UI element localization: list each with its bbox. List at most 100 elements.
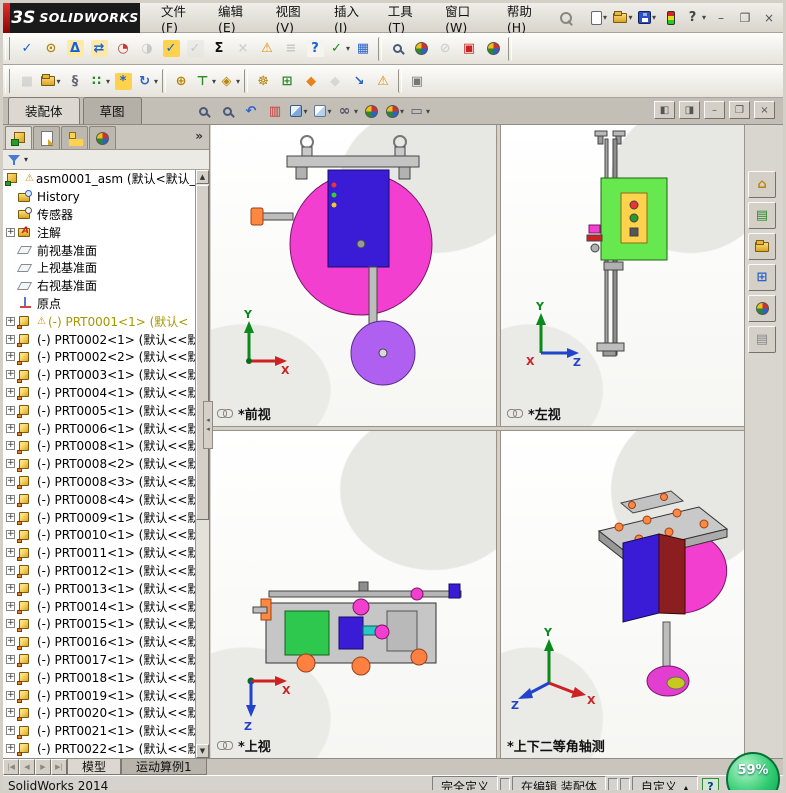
align-icon[interactable]: ≡▾ — [279, 37, 303, 61]
dropdown-arrow-icon[interactable]: ▾ — [56, 77, 60, 86]
tree-item[interactable]: ⚠ asm0001_asm (默认<默认_ — [3, 170, 196, 188]
apply-scene-icon[interactable]: ▾ — [383, 99, 407, 123]
quick-tips-help-icon[interactable]: ? — [702, 778, 719, 790]
approve-icon[interactable]: ⊘▾ — [433, 37, 457, 61]
hide-show-items-icon[interactable]: ∞ ▾ — [335, 99, 359, 123]
tab-propertymanager[interactable] — [33, 126, 60, 149]
expand-icon[interactable] — [6, 387, 15, 397]
expand-icon[interactable] — [6, 690, 15, 700]
insert-component-icon[interactable]: ■▾ — [15, 69, 39, 93]
component-pattern-icon[interactable]: ∷ ▾ — [87, 69, 111, 93]
close-button[interactable]: × — [759, 9, 779, 27]
tree-item[interactable]: ⚠ (-) PRT0008<3> (默认<<默 — [3, 473, 199, 491]
scroll-last-button[interactable]: ▶| — [51, 759, 67, 775]
rainbow-rings-icon[interactable]: ▾ — [409, 37, 433, 61]
expand-icon[interactable] — [6, 405, 15, 415]
tree-item[interactable]: ⚠ (-) PRT0017<1> (默认<<默 — [3, 651, 199, 669]
tab-featuremanager[interactable] — [5, 126, 32, 149]
tree-item[interactable]: ⚠ (-) PRT0016<1> (默认<<默 — [3, 633, 199, 651]
appearances-icon[interactable] — [748, 295, 776, 322]
update-standards-icon[interactable]: ⇄▾ — [87, 37, 111, 61]
toolbar-icon[interactable]: ▾ — [508, 36, 513, 61]
design-library-icon[interactable]: ▤ — [748, 202, 776, 229]
dropdown-arrow-icon[interactable]: ▾ — [303, 107, 307, 116]
magnified-selection-icon[interactable]: ▾ — [385, 37, 409, 61]
expand-icon[interactable] — [6, 637, 15, 647]
display-style-icon[interactable]: ▾ — [311, 99, 335, 123]
assembly-visualization-icon[interactable]: ⚠▾ — [371, 69, 395, 93]
insert-from-file-icon[interactable]: ▾ — [39, 69, 63, 93]
color-wheel-icon[interactable]: ▾ — [481, 37, 505, 61]
tree-item[interactable]: ⚠ (-) PRT0001<1> (默认< — [3, 312, 195, 330]
traffic-light-icon[interactable]: ▾ — [659, 6, 683, 30]
viewport-splitter-vertical[interactable] — [496, 125, 501, 758]
tab-motion-study[interactable]: 运动算例1 — [121, 759, 207, 775]
dropdown-arrow-icon[interactable]: ▾ — [154, 77, 158, 86]
minimize-button[interactable]: – — [711, 9, 731, 27]
toolbar-icon[interactable]: ▾ — [244, 69, 249, 93]
tree-item[interactable]: ⚠ (-) PRT0021<1> (默认<<默 — [3, 722, 199, 740]
new-motion-study-icon[interactable]: ☸▾ — [251, 69, 275, 93]
viewport-isometric[interactable]: Y X Z *上下二等角轴测 — [501, 431, 744, 758]
tree-item[interactable]: ⚠ (-) PRT0019<1> (默认<<默 — [3, 686, 199, 704]
tree-item[interactable]: ⚠ (-) PRT0002<1> (默认<<默 — [3, 330, 199, 348]
restore-button[interactable]: ❐ — [735, 9, 755, 27]
reference-geometry-icon[interactable]: ◈ ▾ — [217, 69, 241, 93]
dropdown-arrow-icon[interactable]: ▾ — [652, 13, 656, 22]
zoom-area-icon[interactable]: ▾ — [215, 99, 239, 123]
tree-item[interactable]: ⚠ (-) PRT0004<1> (默认<<默 — [3, 384, 199, 402]
mass-properties-icon[interactable]: Δ▾ — [63, 37, 87, 61]
explode-line-sketch-icon[interactable]: ◆▾ — [323, 69, 347, 93]
filter-dropdown-icon[interactable]: ▾ — [24, 155, 28, 164]
expand-icon[interactable] — [6, 352, 15, 362]
tab-assembly[interactable]: 装配体 — [8, 97, 80, 124]
expand-icon[interactable] — [6, 227, 15, 237]
tree-item[interactable]: ⚠ 传感器 — [3, 206, 195, 224]
dropdown-arrow-icon[interactable]: ▾ — [212, 77, 216, 86]
tree-item[interactable]: ⚠ (-) PRT0018<1> (默认<<默 — [3, 668, 199, 686]
doc-minimize-button[interactable]: – — [704, 101, 725, 119]
file-explorer-icon[interactable] — [748, 233, 776, 260]
expand-icon[interactable] — [6, 494, 15, 504]
tree-item[interactable]: ⚠ (-) PRT0009<1> (默认<<默 — [3, 508, 199, 526]
doc-close-button[interactable]: × — [754, 101, 775, 119]
interference-detection-icon[interactable]: ↘▾ — [347, 69, 371, 93]
expand-icon[interactable] — [6, 316, 15, 326]
expand-icon[interactable] — [6, 512, 15, 522]
design-table-icon[interactable]: ▦▾ — [351, 37, 375, 61]
scroll-up-button[interactable]: ▲ — [196, 170, 209, 184]
scroll-next-button[interactable]: ▶ — [35, 759, 51, 775]
save-icon[interactable]: ▾ — [635, 6, 659, 30]
tree-item[interactable]: ⚠ History — [3, 188, 195, 206]
status-custom[interactable]: 自定义 ▲ — [631, 775, 698, 790]
expand-icon[interactable] — [6, 548, 15, 558]
selection-filter-icon[interactable]: ✓▾ — [159, 37, 183, 61]
tree-item[interactable]: ⚠ 原点 — [3, 295, 195, 313]
spell-check-icon[interactable]: ✓▾ — [15, 37, 39, 61]
dropdown-arrow-icon[interactable]: ▾ — [426, 107, 430, 116]
scroll-first-button[interactable]: |◀ — [3, 759, 19, 775]
tree-item[interactable]: ⚠ 右视基准面 — [3, 277, 195, 295]
toolbar-icon[interactable]: ▾ — [398, 69, 403, 93]
expand-icon[interactable] — [6, 708, 15, 718]
doc-restore-button[interactable]: ❐ — [729, 101, 750, 119]
expand-icon[interactable] — [6, 530, 15, 540]
tree-item[interactable]: ⚠ (-) PRT0008<1> (默认<<默 — [3, 437, 199, 455]
search-icon[interactable] — [559, 11, 573, 25]
toolbar-icon[interactable]: ▾ — [162, 69, 167, 93]
mate-icon[interactable]: §▾ — [63, 69, 87, 93]
scroll-down-button[interactable]: ▼ — [196, 744, 209, 758]
reorder-icon[interactable]: ◑▾ — [135, 37, 159, 61]
scrollbar-thumb[interactable] — [196, 185, 209, 520]
viewport-front[interactable]: Y X *前视 — [211, 125, 496, 426]
expand-icon[interactable] — [6, 423, 15, 433]
dropdown-arrow-icon[interactable]: ▾ — [354, 107, 358, 116]
view-palette-icon[interactable]: ⊞ — [748, 264, 776, 291]
expand-icon[interactable] — [6, 726, 15, 736]
whats-wrong-icon[interactable]: ⚠▾ — [255, 37, 279, 61]
viewport-splitter-horizontal[interactable] — [211, 426, 744, 431]
expand-icon[interactable] — [6, 334, 15, 344]
tab-configurationmanager[interactable] — [61, 126, 88, 149]
measure-icon[interactable]: ⊙▾ — [39, 37, 63, 61]
rotate-component-icon[interactable]: ⊕▾ — [169, 69, 193, 93]
